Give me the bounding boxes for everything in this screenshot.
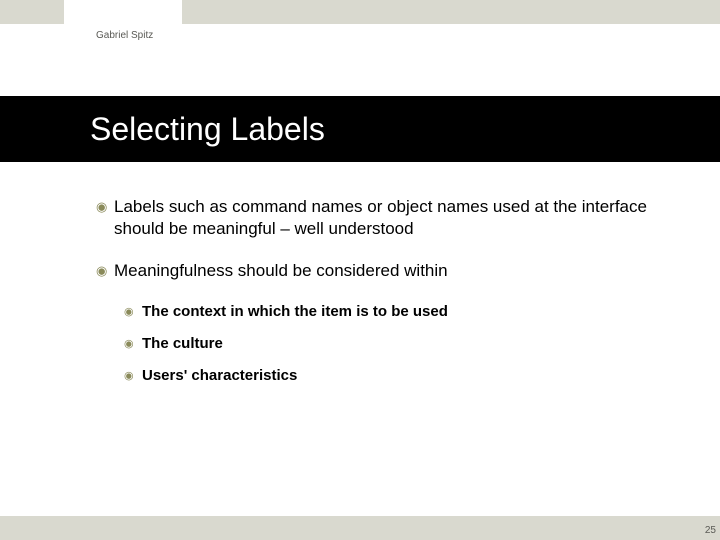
bullseye-icon: ◉	[96, 196, 114, 218]
bullseye-icon: ◉	[124, 366, 142, 386]
sub-bullet-item: ◉ Users' characteristics	[124, 366, 656, 386]
content-area: ◉ Labels such as command names or object…	[96, 196, 656, 398]
bullet-text: Users' characteristics	[142, 366, 656, 386]
bullseye-icon: ◉	[96, 260, 114, 282]
bottom-bar: 25	[0, 516, 720, 540]
sub-bullet-item: ◉ The context in which the item is to be…	[124, 302, 656, 322]
bullet-item: ◉ Labels such as command names or object…	[96, 196, 656, 240]
page-number: 25	[705, 525, 716, 536]
slide: Gabriel Spitz Selecting Labels ◉ Labels …	[0, 0, 720, 540]
slide-title: Selecting Labels	[90, 111, 325, 148]
bullet-item: ◉ Meaningfulness should be considered wi…	[96, 260, 656, 282]
bullseye-icon: ◉	[124, 302, 142, 322]
author-label: Gabriel Spitz	[96, 30, 153, 41]
bullet-text: The culture	[142, 334, 656, 354]
sub-bullet-item: ◉ The culture	[124, 334, 656, 354]
bullet-text: Labels such as command names or object n…	[114, 196, 656, 240]
bullet-text: Meaningfulness should be considered with…	[114, 260, 656, 282]
title-bar: Selecting Labels	[0, 96, 720, 162]
bullseye-icon: ◉	[124, 334, 142, 354]
bullet-text: The context in which the item is to be u…	[142, 302, 656, 322]
